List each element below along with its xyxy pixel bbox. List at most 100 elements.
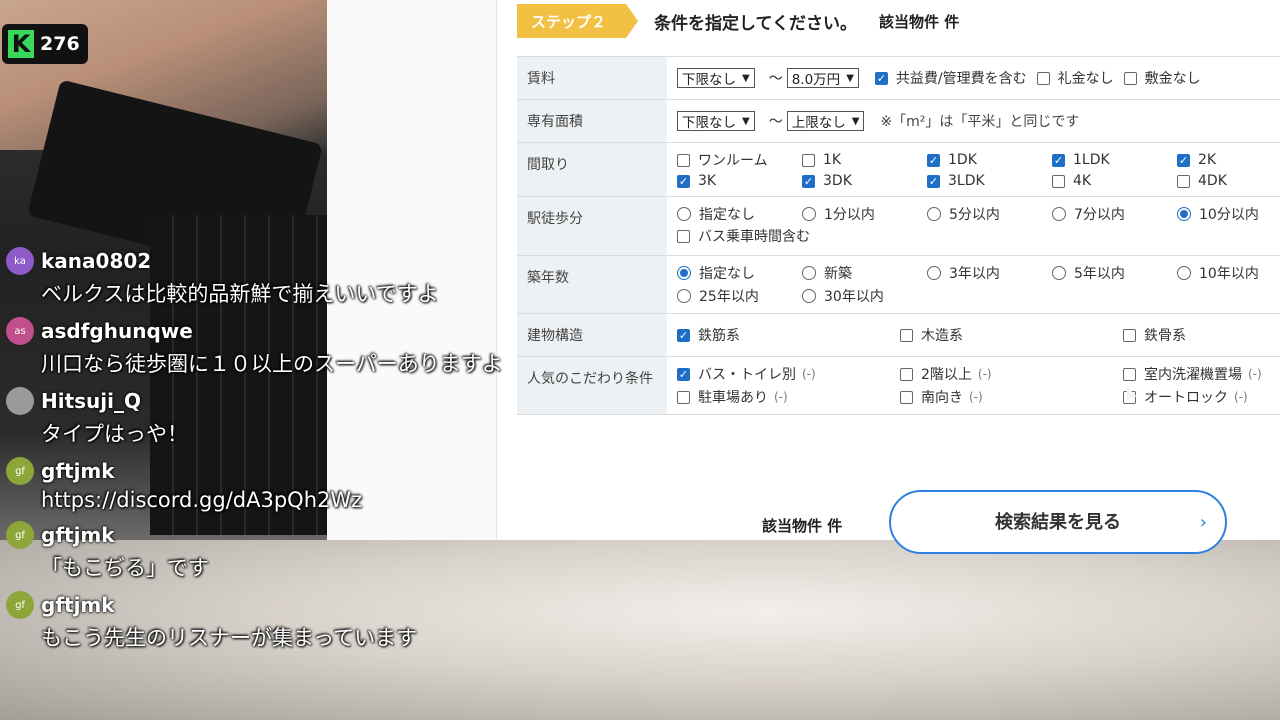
option-age-10y[interactable]: 10年以内 bbox=[1177, 263, 1280, 283]
option-label: 1DK bbox=[948, 152, 977, 168]
checkbox-icon[interactable] bbox=[900, 367, 913, 381]
area-min-select[interactable]: 下限なし ▼ bbox=[677, 111, 755, 131]
radio-icon[interactable] bbox=[802, 207, 816, 221]
option-label: 7分以内 bbox=[1074, 207, 1125, 223]
option-layout-2k[interactable]: 2K bbox=[1177, 150, 1280, 170]
option-walk-any[interactable]: 指定なし bbox=[677, 204, 802, 224]
radio-icon[interactable] bbox=[802, 289, 816, 303]
option-walk-10min[interactable]: 10分以内 bbox=[1177, 204, 1280, 224]
option-age-25y[interactable]: 25年以内 bbox=[677, 286, 802, 306]
option-structure-wood[interactable]: 木造系 bbox=[900, 325, 1123, 345]
option-label: 1分以内 bbox=[824, 207, 875, 223]
option-no-deposit[interactable]: 敷金なし bbox=[1123, 68, 1201, 88]
avatar: ka bbox=[6, 247, 34, 275]
option-layout-3dk[interactable]: 3DK bbox=[802, 173, 927, 189]
option-label: 木造系 bbox=[921, 328, 963, 344]
chat-overlay: ka kana0802 ベルクスは比較的品新鮮で揃えいいですよ as asdfg… bbox=[6, 246, 606, 660]
rent-min-select[interactable]: 下限なし ▼ bbox=[677, 68, 755, 88]
checkbox-checked-icon[interactable] bbox=[677, 174, 690, 188]
option-walk-5min[interactable]: 5分以内 bbox=[927, 204, 1052, 224]
option-age-any[interactable]: 指定なし bbox=[677, 263, 802, 283]
option-age-new[interactable]: 新築 bbox=[802, 263, 927, 283]
option-count: (-) bbox=[802, 367, 816, 381]
area-min-value: 下限なし bbox=[682, 115, 736, 131]
checkbox-checked-icon[interactable] bbox=[1052, 153, 1065, 167]
checkbox-checked-icon[interactable] bbox=[874, 71, 888, 85]
option-label: 1K bbox=[823, 152, 842, 168]
radio-selected-icon[interactable] bbox=[677, 266, 691, 280]
option-layout-4dk[interactable]: 4DK bbox=[1177, 173, 1280, 189]
checkbox-icon[interactable] bbox=[677, 229, 690, 243]
checkbox-icon[interactable] bbox=[1177, 174, 1190, 188]
checkbox-checked-icon[interactable] bbox=[927, 174, 940, 188]
option-structure-rc[interactable]: 鉄筋系 bbox=[677, 325, 900, 345]
checkbox-icon[interactable] bbox=[677, 390, 690, 404]
kick-logo-icon: K bbox=[8, 30, 34, 58]
option-parking[interactable]: 駐車場あり (-) bbox=[677, 387, 900, 407]
chat-username: gftjmk bbox=[41, 523, 115, 547]
option-age-5y[interactable]: 5年以内 bbox=[1052, 263, 1177, 283]
checkbox-icon[interactable] bbox=[1123, 367, 1136, 381]
search-results-button[interactable]: 検索結果を見る › bbox=[889, 490, 1227, 554]
option-label: 4DK bbox=[1198, 173, 1227, 189]
option-layout-3k[interactable]: 3K bbox=[677, 173, 802, 189]
checkbox-icon[interactable] bbox=[1123, 71, 1137, 85]
checkbox-icon[interactable] bbox=[900, 390, 913, 404]
radio-icon[interactable] bbox=[1052, 207, 1066, 221]
checkbox-checked-icon[interactable] bbox=[927, 153, 940, 167]
checkbox-checked-icon[interactable] bbox=[677, 367, 690, 381]
radio-icon[interactable] bbox=[927, 266, 941, 280]
checkbox-icon[interactable] bbox=[802, 153, 815, 167]
radio-icon[interactable] bbox=[677, 289, 691, 303]
option-age-3y[interactable]: 3年以内 bbox=[927, 263, 1052, 283]
option-south-facing[interactable]: 南向き (-) bbox=[900, 387, 1123, 407]
hit-count-label: 該当物件 件 bbox=[879, 12, 960, 31]
option-layout-1ldk[interactable]: 1LDK bbox=[1052, 150, 1177, 170]
chevron-down-icon: ▼ bbox=[851, 115, 860, 127]
option-layout-oneroom[interactable]: ワンルーム bbox=[677, 150, 802, 170]
checkbox-icon[interactable] bbox=[900, 328, 913, 342]
option-bus-time[interactable]: バス乗車時間含む bbox=[677, 226, 810, 246]
checkbox-icon[interactable] bbox=[677, 153, 690, 167]
option-label: 25年以内 bbox=[699, 289, 759, 305]
radio-icon[interactable] bbox=[677, 207, 691, 221]
chat-text: ベルクスは比較的品新鮮で揃えいいですよ bbox=[41, 282, 439, 306]
option-walk-1min[interactable]: 1分以内 bbox=[802, 204, 927, 224]
chevron-down-icon: ▼ bbox=[742, 72, 750, 84]
checkbox-checked-icon[interactable] bbox=[802, 174, 815, 188]
chat-text: タイプはっや！ bbox=[41, 422, 188, 446]
viewer-count: 276 bbox=[40, 33, 80, 55]
avatar: gf bbox=[6, 457, 34, 485]
option-age-30y[interactable]: 30年以内 bbox=[802, 286, 927, 306]
option-label: 10分以内 bbox=[1199, 207, 1259, 223]
range-tilde: 〜 bbox=[768, 114, 783, 130]
checkbox-checked-icon[interactable] bbox=[1177, 153, 1190, 167]
checkbox-icon[interactable] bbox=[1052, 174, 1065, 188]
option-indoor-washer[interactable]: 室内洗濯機置場 (-) bbox=[1123, 364, 1280, 384]
option-layout-4k[interactable]: 4K bbox=[1052, 173, 1177, 189]
checkbox-icon[interactable] bbox=[1036, 71, 1050, 85]
search-button-label: 検索結果を見る bbox=[995, 512, 1121, 533]
chat-text: もこう先生のリスナーが集まっています bbox=[41, 626, 418, 650]
radio-selected-icon[interactable] bbox=[1177, 207, 1191, 221]
walk-row: 駅徒歩分 指定なし 1分以内 5分以内 7分以内 10分以内 バス乗車時間含む bbox=[517, 196, 1280, 256]
radio-icon[interactable] bbox=[927, 207, 941, 221]
checkbox-icon[interactable] bbox=[1123, 328, 1136, 342]
option-auto-lock[interactable]: オートロック (-) bbox=[1123, 387, 1280, 407]
option-2nd-floor[interactable]: 2階以上 (-) bbox=[900, 364, 1123, 384]
option-walk-7min[interactable]: 7分以内 bbox=[1052, 204, 1177, 224]
checkbox-checked-icon[interactable] bbox=[677, 328, 690, 342]
option-bath-toilet-separate[interactable]: バス・トイレ別 (-) bbox=[677, 364, 900, 384]
rent-max-select[interactable]: 8.0万円 ▼ bbox=[786, 68, 859, 88]
option-structure-steel[interactable]: 鉄骨系 bbox=[1123, 325, 1280, 345]
radio-icon[interactable] bbox=[802, 266, 816, 280]
option-layout-3ldk[interactable]: 3LDK bbox=[927, 173, 1052, 189]
option-layout-1dk[interactable]: 1DK bbox=[927, 150, 1052, 170]
radio-icon[interactable] bbox=[1177, 266, 1191, 280]
option-label: 4K bbox=[1073, 173, 1092, 189]
option-no-key-money[interactable]: 礼金なし bbox=[1036, 68, 1114, 88]
option-layout-1k[interactable]: 1K bbox=[802, 150, 927, 170]
option-management-fee[interactable]: 共益費/管理費を含む bbox=[874, 68, 1027, 88]
area-max-select[interactable]: 上限なし ▼ bbox=[786, 111, 865, 131]
radio-icon[interactable] bbox=[1052, 266, 1066, 280]
